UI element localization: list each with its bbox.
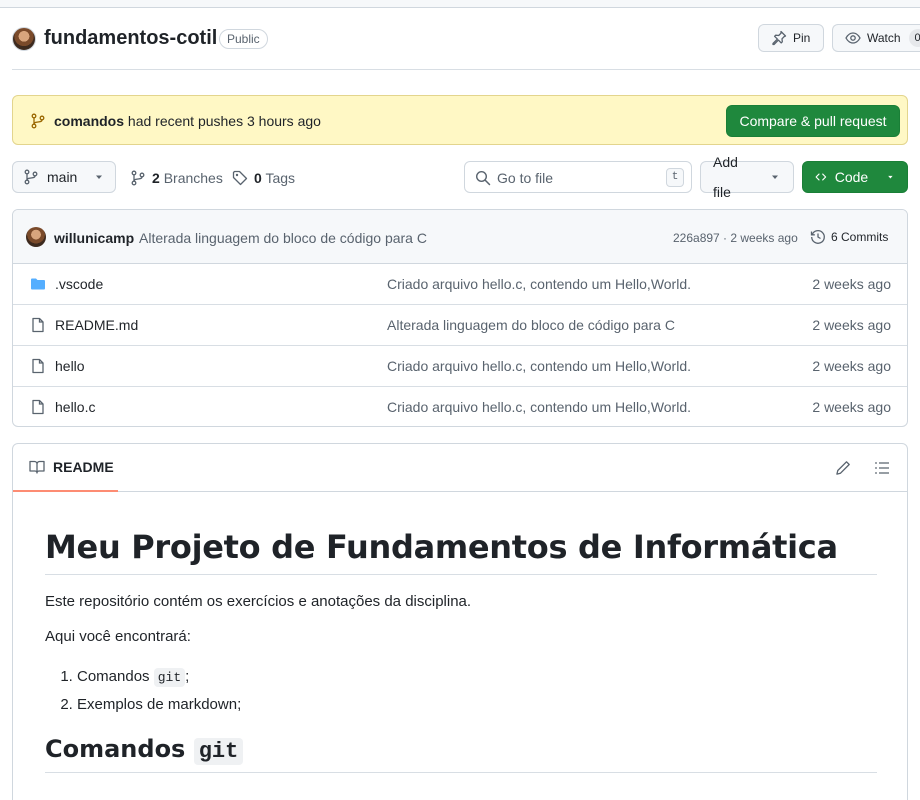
visibility-badge: Public [219,29,268,49]
file-name[interactable]: hello.c [55,399,95,415]
branches-link[interactable]: 2 Branches [130,170,223,186]
file-commit-message[interactable]: Criado arquivo hello.c, contendo um Hell… [387,276,691,292]
git-branch-icon [31,113,45,129]
file-commit-message[interactable]: Criado arquivo hello.c, contendo um Hell… [387,358,691,374]
list-icon[interactable] [874,460,890,476]
pin-button[interactable]: Pin [758,24,824,52]
folder-icon [31,278,45,290]
add-file-button[interactable]: Add file [700,154,794,200]
top-nav-edge [0,0,920,8]
commit-hash-and-time[interactable]: 226a897 · 2 weeks ago [673,231,798,245]
file-row[interactable]: .vscode Criado arquivo hello.c, contendo… [13,264,907,305]
file-name[interactable]: .vscode [55,276,103,292]
caret-down-icon [96,175,103,179]
push-text: had recent pushes 3 hours ago [124,113,321,129]
pushed-branch-name[interactable]: comandos [54,113,124,129]
inline-code: git [153,668,186,687]
readme-paragraph: Este repositório contém os exercícios e … [45,593,472,610]
code-button[interactable]: Code [802,161,908,193]
commit-author[interactable]: willunicamp [54,230,134,246]
file-commit-message[interactable]: Alterada linguagem do bloco de código pa… [387,317,675,333]
readme-content: Meu Projeto de Fundamentos de Informátic… [45,492,877,773]
eye-icon [845,32,861,44]
tags-label: Tags [265,170,296,186]
tags-count: 0 [254,170,262,186]
commits-count: 6 Commits [831,230,889,244]
pencil-icon[interactable] [835,460,851,476]
go-to-file-input[interactable] [497,168,657,188]
file-icon [32,399,44,415]
branch-select-button[interactable]: main [12,161,116,193]
commit-message[interactable]: Alterada linguagem do bloco de código pa… [139,230,427,246]
watch-label: Watch [867,31,901,45]
readme-subheading: Comandos git [45,735,877,773]
commits-history-link[interactable]: 6 Commits [810,229,888,245]
git-branch-icon [24,169,38,185]
watch-button[interactable]: Watch 0 [832,24,920,52]
recent-push-banner: comandos had recent pushes 3 hours ago C… [12,95,908,145]
code-label: Code [834,169,869,185]
readme-header: README [13,444,907,492]
tags-link[interactable]: 0 Tags [232,170,295,186]
list-item: Exemplos de markdown; [77,691,877,719]
add-file-label: Add file [713,154,738,200]
commit-author-avatar[interactable] [26,227,46,247]
keyboard-shortcut-hint: t [666,168,684,187]
file-name[interactable]: hello [55,358,85,374]
history-icon [810,230,825,244]
branches-count: 2 [152,170,160,186]
readme-tab-label: README [53,459,114,475]
pin-label: Pin [793,31,811,45]
push-message: comandos had recent pushes 3 hours ago [54,113,321,129]
file-date: 2 weeks ago [812,358,891,374]
file-date: 2 weeks ago [812,276,891,292]
search-icon [475,170,491,186]
file-date: 2 weeks ago [812,317,891,333]
watch-count: 0 [908,29,920,47]
current-branch: main [47,169,78,185]
repo-name-link[interactable]: fundamentos-cotil [44,27,217,50]
inline-code: git [193,738,244,765]
caret-down-icon [772,175,778,179]
owner-avatar[interactable] [12,27,36,51]
file-icon [32,358,44,374]
code-icon [815,173,827,181]
readme-title: Meu Projeto de Fundamentos de Informátic… [45,528,877,575]
tag-icon [232,170,248,186]
readme-ordered-list: Comandos git; Exemplos de markdown; [45,663,877,719]
file-commit-message[interactable]: Criado arquivo hello.c, contendo um Hell… [387,399,691,415]
pin-icon [772,30,787,46]
branches-label: Branches [163,170,223,186]
readme-panel: README Meu Projeto de Fundamentos de Inf… [12,443,908,800]
book-icon [29,460,45,474]
repo-header: fundamentos-cotil Public Pin Watch 0 [12,24,920,70]
compare-pull-request-button[interactable]: Compare & pull request [726,105,900,137]
file-row[interactable]: README.md Alterada linguagem do bloco de… [13,305,907,346]
file-date: 2 weeks ago [812,399,891,415]
file-icon [32,317,44,333]
file-browser: willunicamp Alterada linguagem do bloco … [12,209,908,427]
list-item: Comandos git; [77,663,877,691]
git-branch-icon [131,170,145,186]
readme-paragraph: Aqui você encontrará: [45,628,191,645]
caret-down-icon [888,175,893,179]
file-row[interactable]: hello.c Criado arquivo hello.c, contendo… [13,387,907,426]
file-name[interactable]: README.md [55,317,138,333]
tab-readme[interactable]: README [13,444,118,492]
go-to-file-search[interactable] [464,161,692,193]
latest-commit-row: willunicamp Alterada linguagem do bloco … [13,210,907,264]
file-row[interactable]: hello Criado arquivo hello.c, contendo u… [13,346,907,387]
